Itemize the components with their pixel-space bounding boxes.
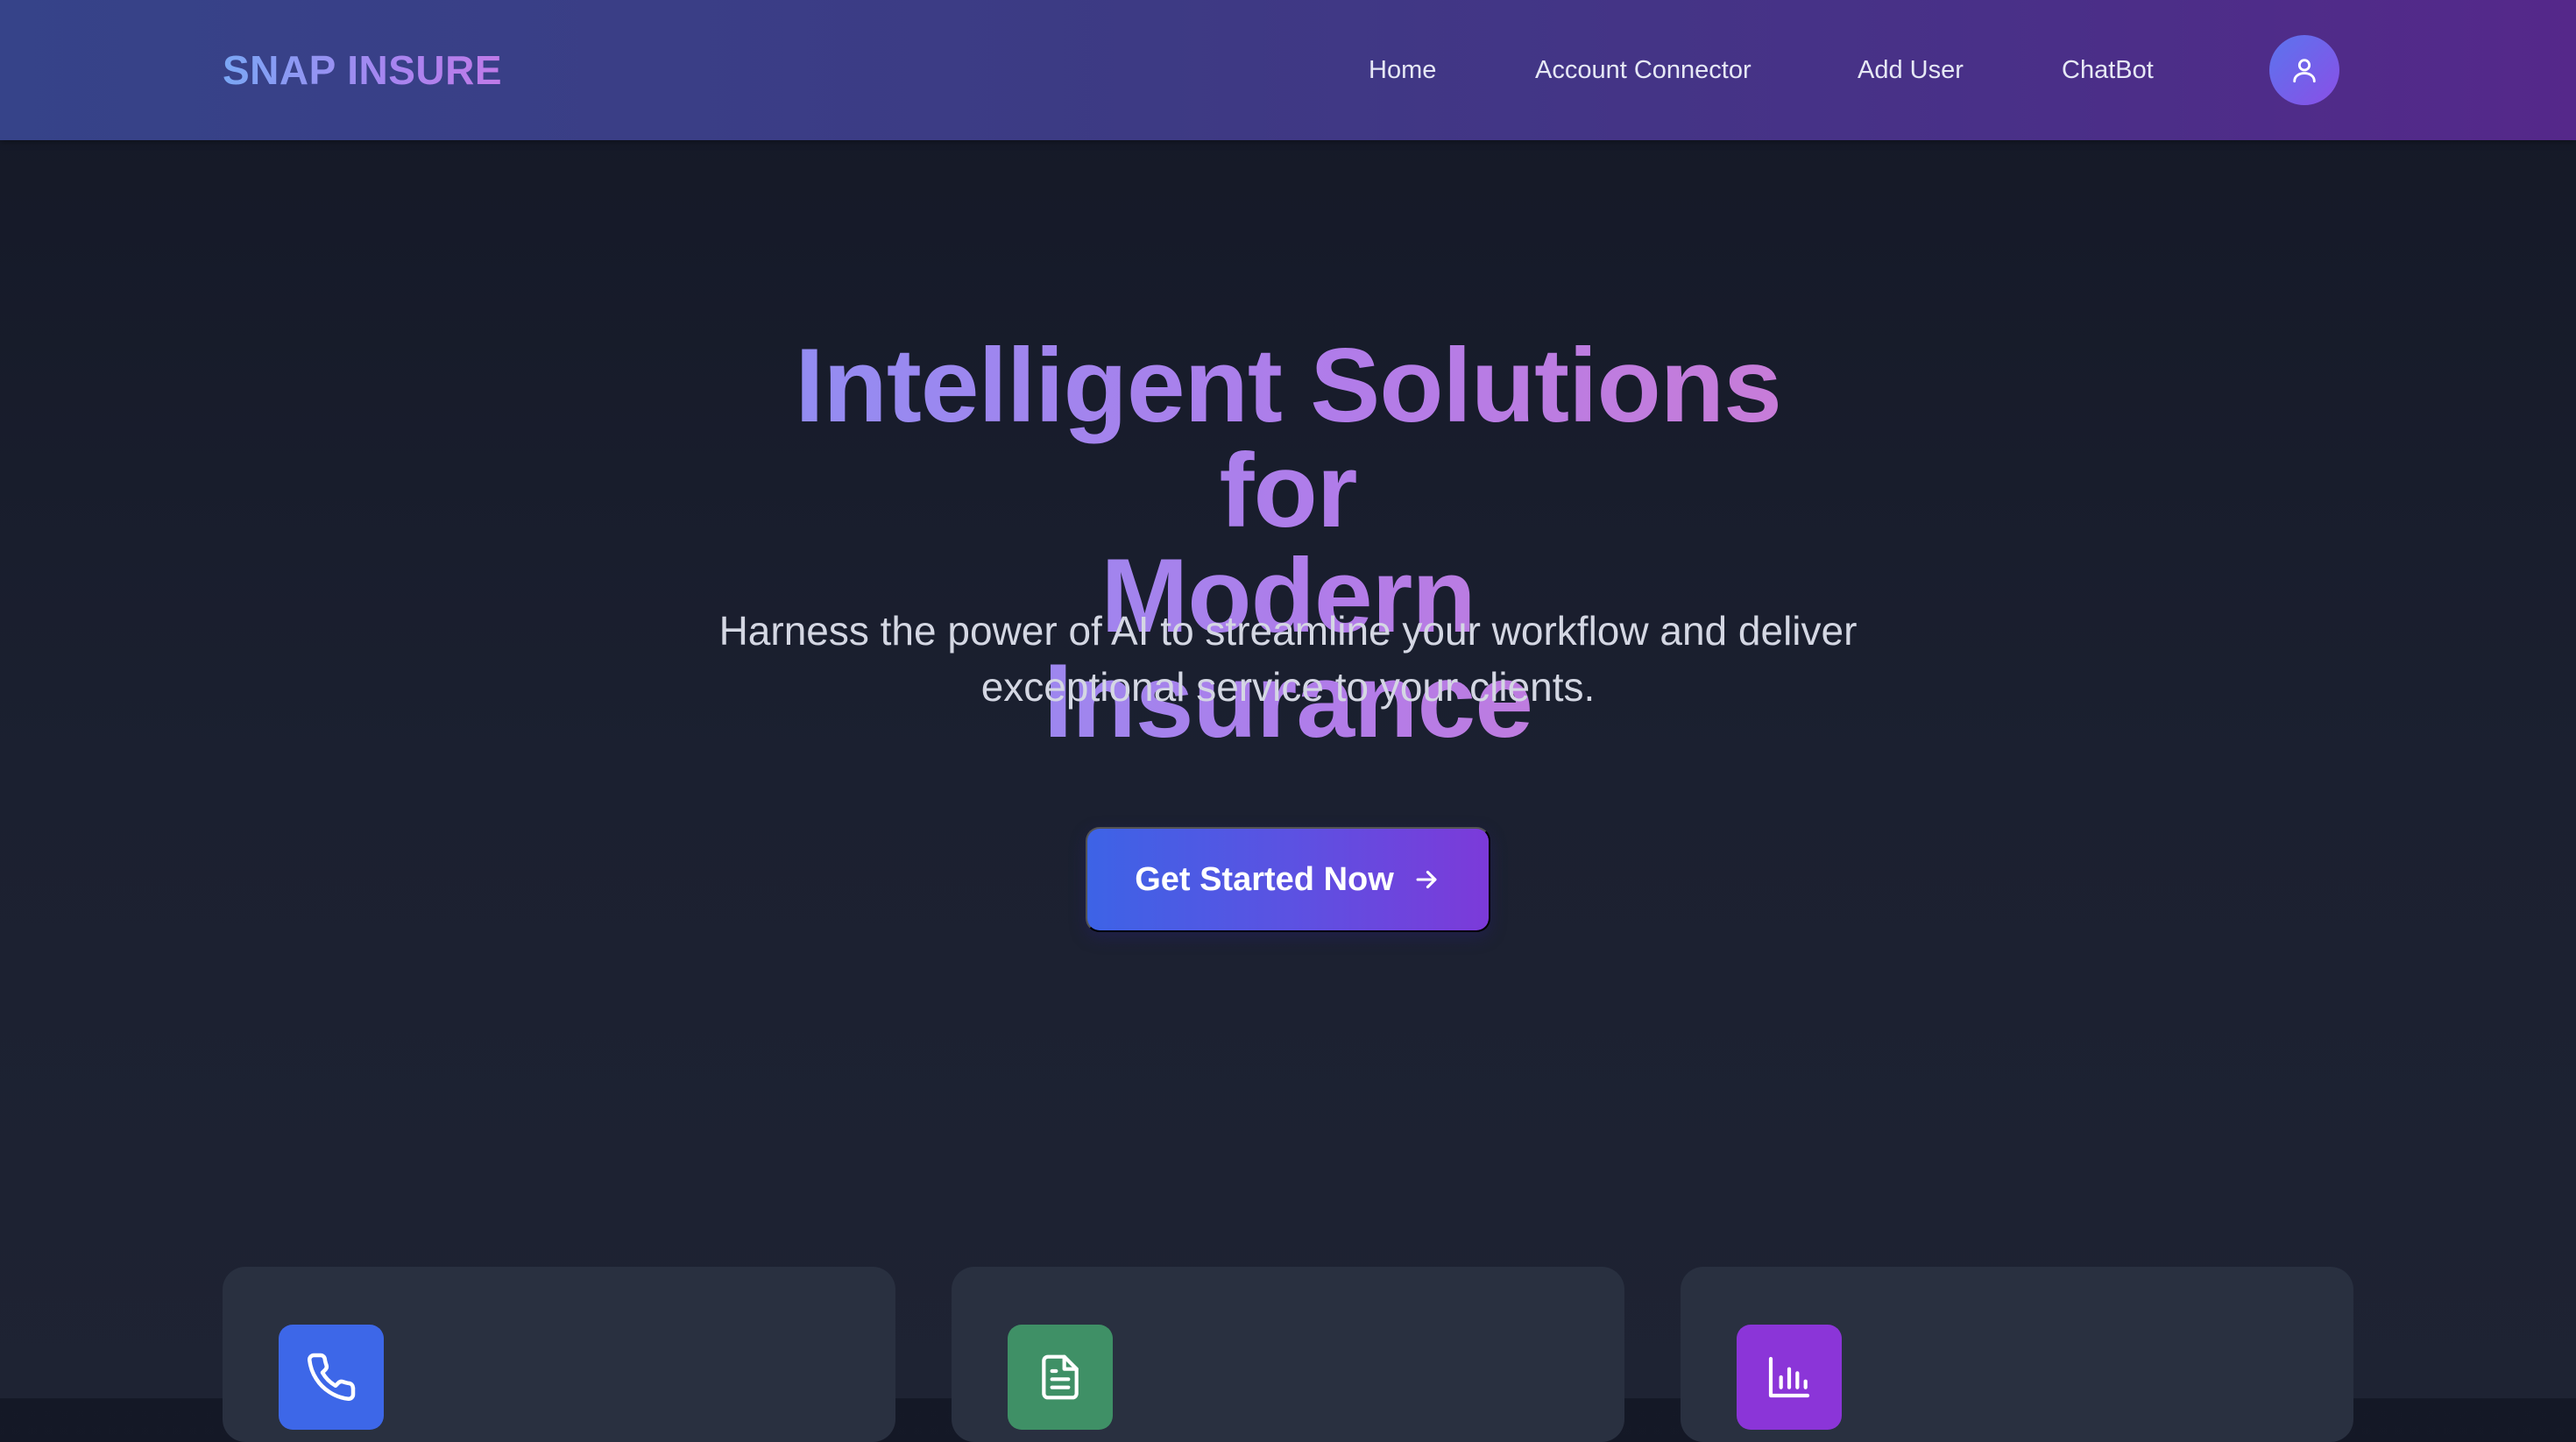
nav-chatbot-link[interactable]: ChatBot [2062,51,2154,89]
feature-card-documents [952,1267,1624,1442]
nav-home-link[interactable]: Home [1369,51,1436,89]
user-icon [2293,59,2316,83]
hero-title-line-1: Intelligent Solutions for [727,333,1849,543]
bar-chart-icon [1768,1356,1810,1398]
profile-button[interactable] [2269,35,2339,105]
feature-card-analytics [1681,1267,2353,1442]
nav-add-user-link[interactable]: Add User [1858,51,1964,89]
arrow-right-icon [1416,870,1437,889]
get-started-label: Get Started Now [1135,860,1394,898]
brand-logo[interactable]: SNAP INSURE [223,44,502,96]
get-started-button[interactable]: Get Started Now [1086,827,1490,932]
feature-card-calls [223,1267,895,1442]
phone-icon [308,1353,356,1401]
feature-icon-box [279,1325,384,1430]
nav-account-connector-link[interactable]: Account Connector [1535,51,1752,89]
feature-icon-box [1008,1325,1113,1430]
top-navbar: SNAP INSURE Home Account Connector Add U… [0,0,2576,140]
document-icon [1042,1354,1079,1400]
hero-subtitle: Harness the power of AI to streamline yo… [718,608,1858,710]
feature-icon-box [1737,1325,1842,1430]
